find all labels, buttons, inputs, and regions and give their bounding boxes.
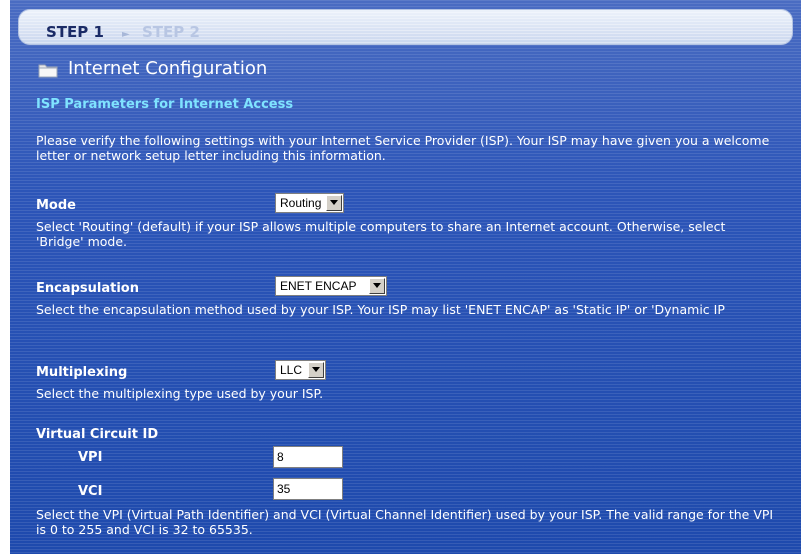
- vci-input[interactable]: 35: [273, 478, 343, 500]
- multiplexing-label: Multiplexing: [36, 365, 128, 380]
- vci-label: VCI: [78, 484, 103, 499]
- mode-help-text: Select 'Routing' (default) if your ISP a…: [36, 219, 726, 249]
- intro-text: Please verify the following settings wit…: [36, 133, 770, 163]
- encapsulation-label: Encapsulation: [36, 281, 139, 296]
- mode-label: Mode: [36, 198, 76, 213]
- encapsulation-select[interactable]: ENET ENCAP: [275, 276, 387, 296]
- chevron-right-icon: ►: [122, 29, 130, 40]
- multiplexing-help-text: Select the multiplexing type used by you…: [36, 386, 324, 401]
- section-title: ISP Parameters for Internet Access: [36, 97, 294, 112]
- vpi-input-value: 8: [277, 450, 284, 464]
- dropdown-arrow-icon[interactable]: [308, 362, 324, 378]
- vpi-input[interactable]: 8: [273, 446, 343, 468]
- vci-input-value: 35: [277, 482, 291, 496]
- encapsulation-select-value: ENET ENCAP: [280, 279, 357, 293]
- multiplexing-select[interactable]: LLC: [275, 360, 326, 380]
- vpi-label: VPI: [78, 450, 103, 465]
- multiplexing-select-value: LLC: [280, 363, 303, 377]
- mode-select[interactable]: Routing: [275, 193, 344, 213]
- dropdown-arrow-icon[interactable]: [326, 195, 342, 211]
- virtual-circuit-id-label: Virtual Circuit ID: [36, 427, 159, 442]
- wizard-panel: STEP 1 ► STEP 2 Internet Configuration I…: [10, 0, 801, 554]
- mode-select-value: Routing: [280, 196, 322, 210]
- step-2-label: STEP 2: [142, 23, 200, 41]
- step-1-label: STEP 1: [46, 23, 104, 41]
- page-title: Internet Configuration: [68, 58, 268, 79]
- step-bar: STEP 1 ► STEP 2: [18, 9, 793, 45]
- encapsulation-help-text: Select the encapsulation method used by …: [36, 302, 725, 317]
- virtual-circuit-help-text: Select the VPI (Virtual Path Identifier)…: [36, 507, 774, 537]
- folder-icon: [38, 64, 58, 78]
- dropdown-arrow-icon[interactable]: [369, 278, 385, 294]
